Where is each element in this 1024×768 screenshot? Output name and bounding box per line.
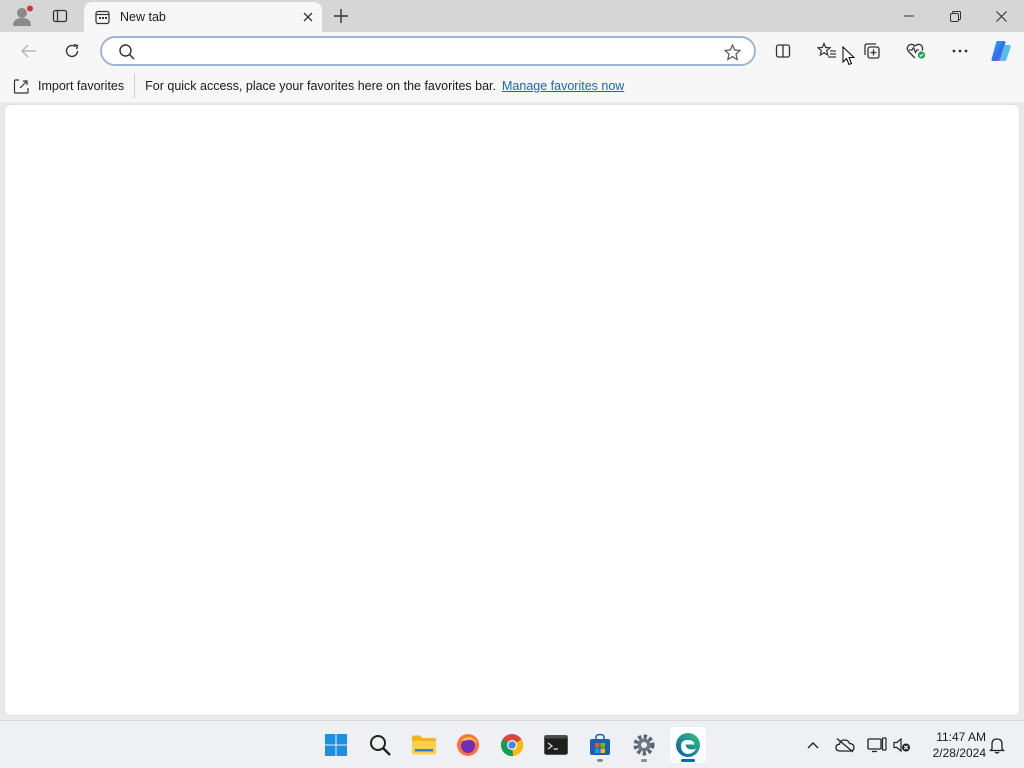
store-icon [590, 733, 610, 755]
cloud-offline-icon [835, 738, 855, 753]
search-icon [370, 735, 391, 756]
volume-button[interactable] [890, 733, 914, 757]
running-indicator [641, 759, 647, 762]
back-arrow-icon [21, 44, 36, 58]
close-tab-button[interactable] [294, 3, 322, 31]
close-icon [303, 12, 313, 22]
settings-icon [633, 734, 655, 756]
tab-new-tab[interactable]: New tab [84, 2, 322, 32]
page-content [4, 104, 1020, 716]
profile-icon [13, 5, 33, 26]
address-bar[interactable] [100, 36, 756, 66]
file-explorer-button[interactable] [406, 727, 442, 763]
new-tab-button[interactable] [326, 0, 356, 32]
settings-and-more-button[interactable] [945, 36, 975, 66]
search-icon [119, 44, 135, 60]
clock[interactable]: 11:47 AM 2/28/2024 [920, 729, 986, 761]
restore-button[interactable] [932, 0, 978, 32]
minimize-button[interactable] [886, 0, 932, 32]
copilot-icon [991, 41, 1011, 61]
taskbar-search-button[interactable] [362, 727, 398, 763]
restore-icon [949, 10, 961, 22]
running-indicator [681, 759, 695, 762]
browser-essentials-button[interactable] [901, 36, 931, 66]
copilot-button[interactable] [986, 36, 1016, 66]
address-input[interactable] [146, 42, 706, 62]
file-explorer-icon [412, 735, 436, 755]
chevron-up-icon [807, 742, 819, 749]
clock-time: 11:47 AM [936, 730, 986, 744]
terminal-button[interactable] [538, 727, 574, 763]
notifications-button[interactable] [985, 733, 1009, 757]
favorites-icon [817, 42, 836, 58]
refresh-icon [65, 43, 79, 58]
edge-button[interactable] [670, 727, 706, 763]
close-window-button[interactable] [978, 0, 1024, 32]
settings-button[interactable] [626, 727, 662, 763]
collections-icon [864, 43, 880, 59]
add-favorite-button[interactable] [722, 42, 742, 62]
tab-actions-button[interactable] [44, 0, 76, 32]
show-hidden-icons-button[interactable] [801, 733, 825, 757]
terminal-icon [544, 735, 568, 755]
firefox-icon [457, 734, 479, 756]
favorites-bar-hint: For quick access, place your favorites h… [145, 79, 497, 93]
network-button[interactable] [865, 733, 889, 757]
bell-icon [989, 738, 1005, 754]
tab-actions-icon [52, 9, 68, 23]
manage-favorites-link[interactable]: Manage favorites now [502, 79, 624, 93]
refresh-button[interactable] [57, 36, 87, 66]
store-button[interactable] [582, 727, 618, 763]
collections-button[interactable] [857, 36, 887, 66]
network-icon [867, 737, 887, 753]
navigation-toolbar [0, 32, 1024, 70]
split-screen-button[interactable] [768, 36, 798, 66]
import-favorites-label: Import favorites [38, 79, 125, 93]
favorites-button[interactable] [812, 36, 842, 66]
running-indicator [597, 759, 603, 762]
favorites-bar: Import favorites For quick access, place… [0, 70, 1024, 102]
more-icon [952, 49, 968, 53]
browser-essentials-icon [906, 43, 926, 59]
onedrive-button[interactable] [833, 733, 857, 757]
chrome-icon [500, 734, 524, 757]
star-icon [723, 43, 741, 61]
import-icon [12, 77, 30, 95]
tab-title: New tab [120, 10, 166, 24]
minimize-icon [904, 15, 914, 17]
start-icon [325, 734, 347, 756]
profile-button[interactable] [6, 0, 40, 32]
import-favorites-button[interactable]: Import favorites [12, 74, 136, 98]
start-button[interactable] [318, 727, 354, 763]
back-button[interactable] [14, 36, 44, 66]
edge-icon [676, 733, 700, 757]
clock-date: 2/28/2024 [932, 746, 986, 760]
taskbar: 11:47 AM 2/28/2024 [0, 720, 1024, 768]
volume-muted-icon [893, 737, 910, 753]
mouse-cursor-icon [842, 46, 856, 66]
new-tab-page-icon [94, 9, 110, 25]
split-screen-icon [775, 44, 791, 58]
title-bar: New tab [0, 0, 1024, 32]
plus-icon [334, 9, 348, 23]
chrome-button[interactable] [494, 727, 530, 763]
close-icon [995, 10, 1007, 22]
firefox-button[interactable] [450, 727, 486, 763]
